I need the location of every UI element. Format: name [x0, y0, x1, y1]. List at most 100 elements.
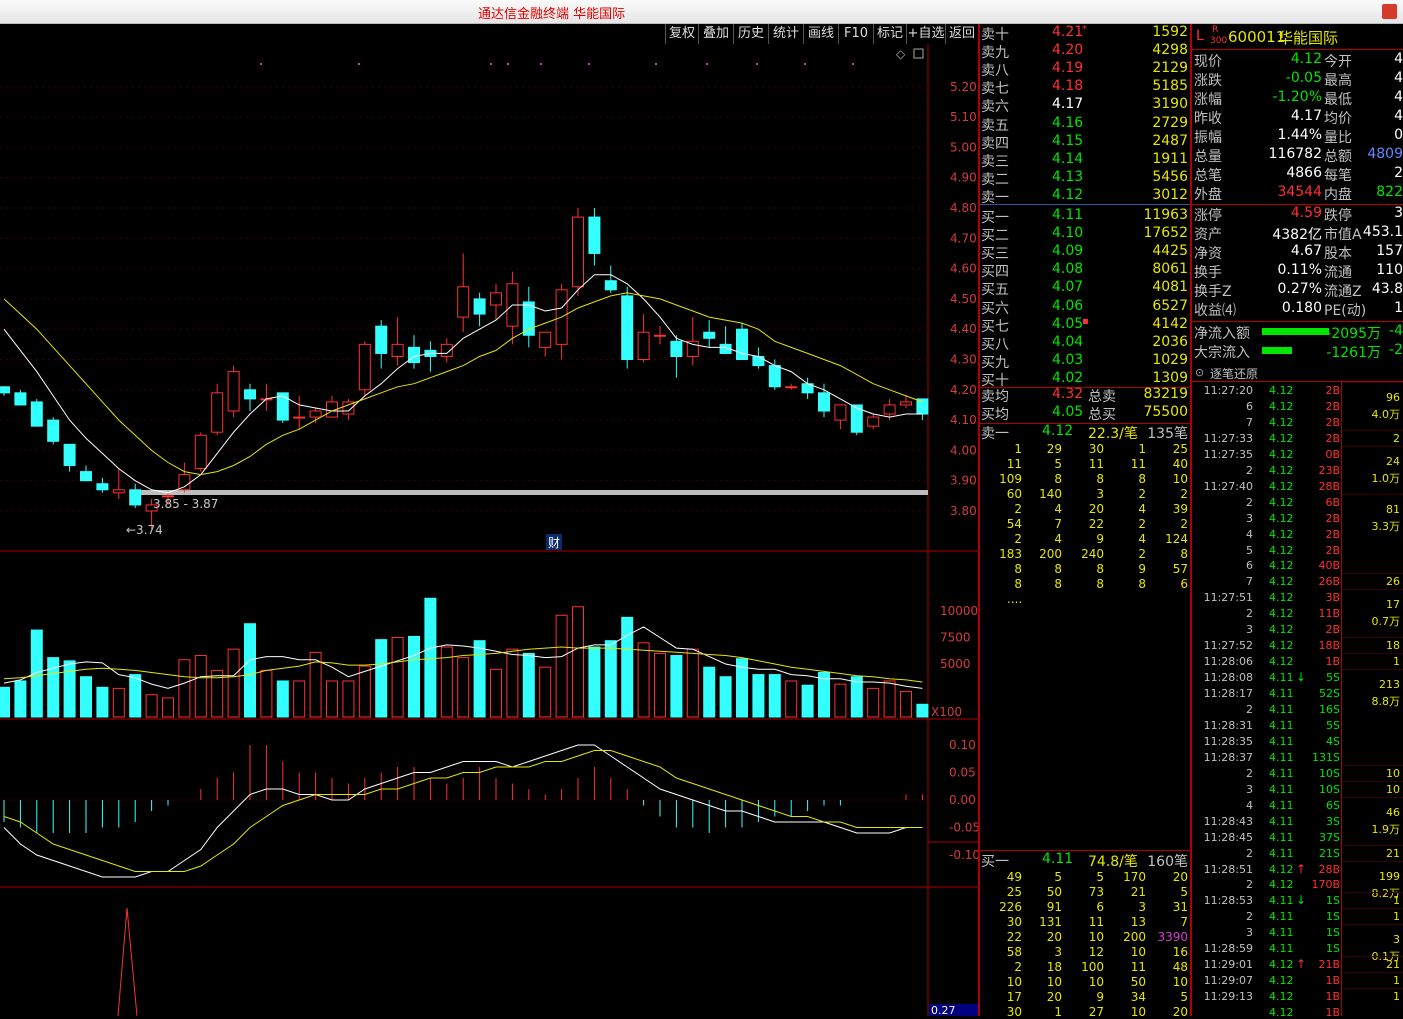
event-marker	[706, 63, 708, 65]
tick-volume: 5S	[1326, 671, 1340, 685]
expand-icon[interactable]	[913, 48, 924, 59]
buy-row-volume: 8061	[1152, 261, 1188, 278]
toolbar-button-1[interactable]: 叠加	[698, 24, 733, 44]
sell1-queue-cell: 2	[1014, 532, 1022, 546]
event-marker	[756, 63, 758, 65]
buy1-queue-cell: 10	[1130, 1005, 1146, 1019]
sell1-queue-cell: 8	[1096, 472, 1104, 486]
buy1-queue-cell: 3390	[1157, 930, 1188, 944]
tick-volume: 2B	[1325, 543, 1340, 557]
buy1-queue-cell: 10	[1046, 975, 1062, 989]
sell1-queue-cell: 8	[1014, 577, 1022, 591]
sell1-queue-cell: 22	[1088, 517, 1104, 531]
buy1-queue-cell: 11	[1088, 915, 1104, 929]
buy1-queue-cell: 21	[1130, 885, 1146, 899]
quote-divider	[1192, 49, 1403, 50]
sell-avg-total-label: 总卖	[1088, 389, 1116, 405]
buy-row-volume: 1029	[1152, 351, 1188, 368]
sell-row-label: 卖八	[981, 63, 1009, 80]
price-tick-label: 4.50	[950, 292, 977, 306]
sell1-queue-cell: 7	[1054, 517, 1062, 531]
sell-row-mark: *	[1082, 24, 1087, 35]
close-window-button[interactable]	[1382, 4, 1397, 19]
candle	[375, 325, 388, 354]
tick-time: 11:27:33	[1203, 431, 1253, 445]
quote-row-key1: 涨幅	[1194, 92, 1222, 108]
buy-row-label: 买八	[981, 336, 1009, 353]
indicator-spike	[117, 907, 138, 1016]
volume-bar	[80, 676, 92, 718]
sell-row-price: 4.21	[1052, 24, 1084, 40]
title-bar: 通达信金融终端 华能国际	[0, 0, 1403, 24]
toolbar-button-2[interactable]: 历史	[733, 24, 768, 44]
tick-price: 4.12	[1269, 990, 1294, 1004]
buy1-queue-cell: 22	[1006, 930, 1022, 944]
tick-title: 逐笔还原	[1210, 367, 1259, 381]
quote-row2-key2: PE(动)	[1324, 303, 1367, 319]
toolbar-button-3[interactable]: 统计	[768, 24, 803, 44]
badge-l: L	[1196, 28, 1204, 44]
volume-bar	[178, 659, 191, 718]
tick-side-divider	[1342, 669, 1403, 671]
kline-chart[interactable]: 5.20 5.10 5.00 4.90 4.80 4.70 4.60 4.50 4.40 4.30…	[0, 44, 978, 1016]
sell-row-volume: 5456	[1152, 168, 1188, 185]
buy-row-label: 买四	[981, 264, 1009, 281]
tick-time: 11:29:13	[1203, 990, 1253, 1004]
volume-tick-label: 5000	[940, 657, 971, 671]
buy-avg-price: 4.05	[1052, 404, 1084, 420]
quote-row-key2: 总额	[1324, 149, 1352, 165]
tick-volume: 37S	[1319, 830, 1340, 844]
tick-price: 4.12	[1269, 958, 1294, 972]
toolbar-button-4[interactable]: 画线	[803, 24, 838, 44]
sell-row-label: 卖五	[981, 117, 1009, 134]
tick-side-count: 3	[1393, 933, 1400, 947]
flow-key: 大宗流入	[1194, 345, 1250, 361]
diamond-icon[interactable]: ◇	[896, 47, 906, 61]
sell-row-price: 4.17	[1052, 96, 1084, 113]
volume-bar	[63, 660, 76, 718]
tick-side-divider	[1342, 908, 1403, 910]
quote-row-key2: 每笔	[1324, 168, 1352, 184]
quote-row2-key1: 净资	[1194, 246, 1222, 262]
toolbar-button-8[interactable]: 返回	[945, 24, 978, 44]
tick-side-count: 21	[1386, 958, 1400, 972]
toolbar-button-5[interactable]: F10	[838, 24, 873, 44]
volume-bar	[14, 680, 27, 718]
quote-row-val1: 116782	[1268, 146, 1322, 162]
buy1-queue-cell: 3	[1054, 945, 1062, 959]
tick-price: 4.12	[1269, 1006, 1294, 1019]
sell1-queue-cell: 25	[1172, 442, 1188, 456]
sell1-queue-cell: 5	[1054, 457, 1062, 471]
sell1-queue-cell: 6	[1180, 577, 1188, 591]
toolbar-button-0[interactable]: 复权	[665, 24, 698, 44]
quote-row-key2: 均价	[1324, 111, 1352, 127]
buy1-queue-price: 4.11	[1042, 851, 1074, 867]
buy1-queue-cell: 131	[1039, 915, 1062, 929]
sell1-queue-cell: 124	[1165, 532, 1188, 546]
toolbar-button-7[interactable]: +自选	[906, 24, 945, 44]
tick-side-amount: 1.0万	[1371, 471, 1401, 485]
toolbar-button-6[interactable]: 标记	[873, 24, 906, 44]
candle	[834, 404, 847, 421]
tick-time: 11:28:43	[1203, 814, 1253, 828]
candle	[736, 328, 748, 361]
sell1-queue-cell: 20	[1088, 502, 1104, 516]
sell-row-price: 4.15	[1052, 132, 1084, 149]
tick-side-divider	[1342, 844, 1403, 846]
volume-bar	[96, 686, 109, 718]
quote-row2-val2: 157	[1376, 243, 1403, 259]
tick-price: 4.12	[1269, 591, 1294, 605]
volume-bar	[801, 684, 814, 718]
quote-row2-key1: 涨停	[1194, 208, 1222, 224]
tick-volume: 2B	[1325, 399, 1340, 413]
tick-price: 4.11	[1269, 687, 1294, 701]
collapse-icon[interactable]: ⊙	[1195, 366, 1204, 379]
buy-row-price: 4.05	[1052, 315, 1084, 332]
buy1-queue-cell: 9	[1096, 990, 1104, 1004]
candle	[227, 371, 240, 412]
tick-side-count: 213	[1379, 678, 1400, 692]
quote-row2-key2: 跌停	[1324, 208, 1352, 224]
tick-side-divider	[1342, 493, 1403, 495]
tick-side-count: 46	[1386, 805, 1400, 819]
event-marker	[490, 63, 492, 65]
